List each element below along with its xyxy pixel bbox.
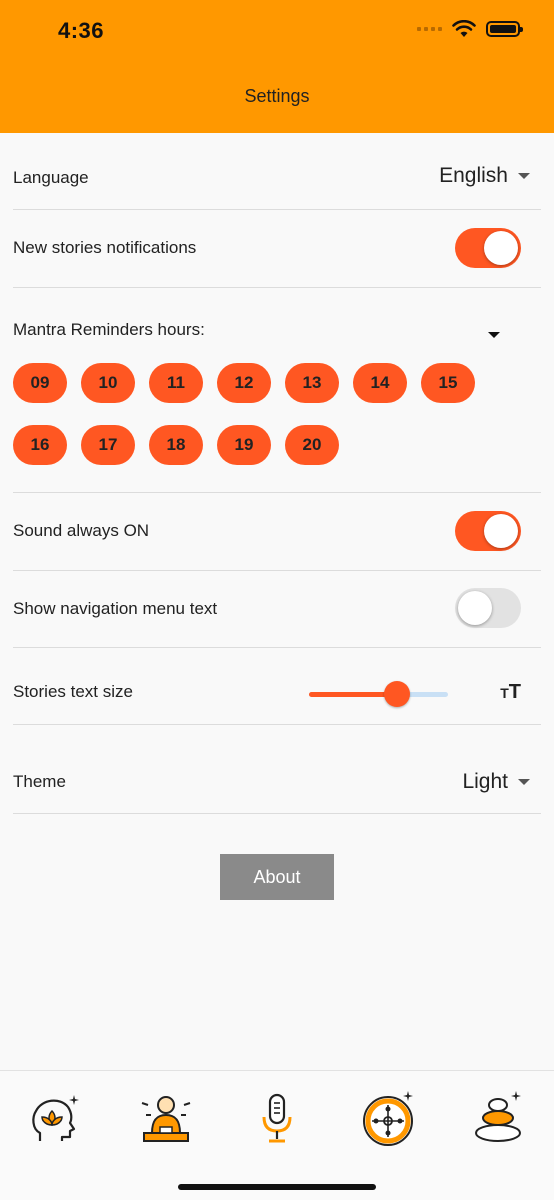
hour-chip[interactable]: 17 <box>81 425 135 465</box>
toggle-knob <box>484 514 518 548</box>
mantra-reminders-label: Mantra Reminders hours: <box>13 320 205 339</box>
wifi-icon <box>452 20 476 37</box>
status-time: 4:36 <box>58 18 105 43</box>
theme-label: Theme <box>13 772 66 791</box>
chevron-down-icon <box>518 173 530 179</box>
sound-row: Sound always ON <box>13 493 541 571</box>
status-icons <box>417 20 523 38</box>
hour-chip[interactable]: 19 <box>217 425 271 465</box>
nav-mind-lotus[interactable] <box>26 1089 86 1149</box>
cellular-signal-icon <box>417 27 442 31</box>
nav-stacked-stones[interactable] <box>468 1089 528 1149</box>
theme-value: Light <box>462 770 508 793</box>
hour-chip[interactable]: 20 <box>285 425 339 465</box>
text-size-label: Stories text size <box>13 682 133 701</box>
theme-row: Theme Light <box>13 725 541 814</box>
home-indicator[interactable] <box>178 1184 376 1190</box>
language-dropdown[interactable]: English <box>439 164 530 188</box>
hour-chip[interactable]: 14 <box>353 363 407 403</box>
mind-lotus-icon <box>32 1095 79 1141</box>
notifications-label: New stories notifications <box>13 238 197 257</box>
sound-toggle[interactable] <box>455 511 521 551</box>
nav-text-row: Show navigation menu text <box>13 571 541 648</box>
battery-icon <box>486 21 523 37</box>
nav-text-toggle[interactable] <box>455 588 521 628</box>
nav-wheel[interactable] <box>358 1089 418 1149</box>
hour-chip[interactable]: 18 <box>149 425 203 465</box>
bottom-navigation <box>0 1070 554 1200</box>
stacked-stones-icon <box>475 1091 521 1142</box>
monk-meditation-icon <box>141 1096 191 1142</box>
text-size-slider[interactable] <box>309 681 448 707</box>
language-label: Language <box>13 168 89 187</box>
hour-chip[interactable]: 12 <box>217 363 271 403</box>
nav-text-label: Show navigation menu text <box>13 599 218 618</box>
text-size-icon[interactable]: TT <box>500 681 521 704</box>
theme-dropdown[interactable]: Light <box>462 770 530 794</box>
wheel-icon <box>363 1091 413 1146</box>
app-header: 4:36 Settings <box>0 0 554 133</box>
hour-chip[interactable]: 11 <box>149 363 203 403</box>
notifications-toggle[interactable] <box>455 228 521 268</box>
hour-chips-row: 09 10 11 12 13 14 15 <box>13 363 475 403</box>
toggle-knob <box>484 231 518 265</box>
slider-thumb[interactable] <box>383 681 410 707</box>
page-title: Settings <box>244 86 310 106</box>
mantra-dropdown-caret-icon[interactable] <box>488 332 500 338</box>
hour-chip[interactable]: 15 <box>421 363 475 403</box>
toggle-knob <box>458 591 492 625</box>
hour-chip[interactable]: 09 <box>13 363 67 403</box>
about-button[interactable]: About <box>220 854 334 900</box>
hour-chips-row: 16 17 18 19 20 <box>13 425 339 465</box>
mantra-reminders-row: Mantra Reminders hours: 09 10 11 12 13 14 15 1… <box>13 288 541 493</box>
microphone-icon <box>262 1093 292 1143</box>
hour-chip[interactable]: 10 <box>81 363 135 403</box>
sound-label: Sound always ON <box>13 521 150 540</box>
language-value: English <box>439 164 508 187</box>
notifications-row: New stories notifications <box>13 210 541 288</box>
hour-chip[interactable]: 16 <box>13 425 67 465</box>
text-size-row: Stories text size TT <box>13 648 541 725</box>
language-row: Language English <box>13 133 541 210</box>
nav-microphone[interactable] <box>247 1089 307 1149</box>
hour-chip[interactable]: 13 <box>285 363 339 403</box>
chevron-down-icon <box>518 779 530 785</box>
nav-monk-meditation[interactable] <box>136 1089 196 1149</box>
